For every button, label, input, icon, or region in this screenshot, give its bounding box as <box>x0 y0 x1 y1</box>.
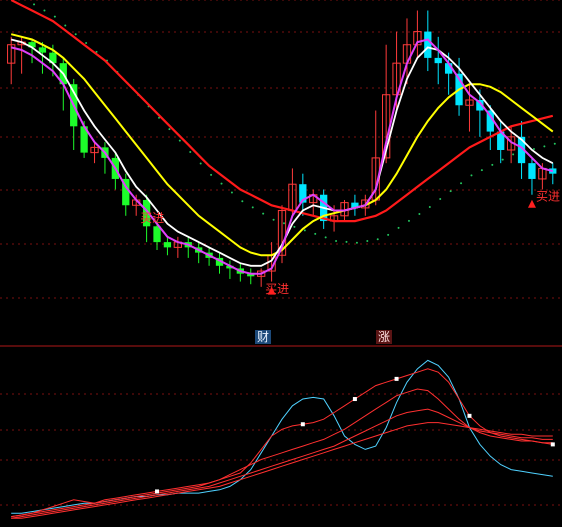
trend-dot <box>418 212 421 215</box>
indicator-marker <box>352 397 357 402</box>
trend-dot <box>283 222 285 225</box>
trend-dot <box>355 241 358 244</box>
candle-body <box>434 57 442 64</box>
trend-dot <box>293 225 296 228</box>
trend-dot <box>53 15 56 18</box>
trend-dot <box>210 173 213 176</box>
trend-dot <box>428 205 431 208</box>
trend-dot <box>532 148 535 151</box>
indicator-marker <box>155 489 160 494</box>
candle-body <box>424 31 432 58</box>
trend-dot <box>480 169 483 172</box>
trend-dot <box>407 219 410 222</box>
trend-dot <box>74 33 77 36</box>
tag-zhang: 涨 <box>376 330 393 344</box>
trend-dot <box>387 233 390 236</box>
trend-dot <box>470 174 473 177</box>
chart-stage: 买进 买进 买进 财 涨 <box>0 0 562 527</box>
ma-red-line <box>10 0 554 223</box>
trend-dot <box>85 42 88 45</box>
trend-dot <box>199 162 202 165</box>
buy-signal-label: 买进 <box>536 190 560 204</box>
indicator-cyan-line <box>11 359 553 514</box>
candle-body <box>528 163 536 179</box>
tag-cai: 财 <box>255 330 272 344</box>
trend-dot <box>303 229 306 232</box>
candle-body <box>153 226 161 243</box>
trend-dot <box>543 145 546 148</box>
candle-body <box>163 242 172 248</box>
candle-body <box>38 47 47 53</box>
trend-dot <box>33 3 36 6</box>
trend-dot <box>64 24 67 27</box>
trend-dot <box>220 182 223 185</box>
trend-dot <box>397 226 400 229</box>
trend-dot <box>178 139 181 142</box>
trend-dot <box>501 158 504 161</box>
trend-dot <box>439 198 442 201</box>
trend-dot <box>449 190 452 193</box>
trend-dot <box>230 191 233 194</box>
indicator-marker <box>467 413 472 418</box>
trend-dot <box>512 153 515 156</box>
buy-signal-label: 买进 <box>140 211 164 225</box>
indicator-red-line <box>11 368 553 518</box>
indicator-marker <box>300 422 305 427</box>
trend-dot <box>241 200 244 203</box>
trend-dot <box>491 163 494 166</box>
trend-dot <box>272 218 275 221</box>
trend-dot <box>335 239 338 242</box>
trend-dot <box>262 212 265 215</box>
stock-chart-svg: 买进买进买进 <box>0 0 562 519</box>
trend-dot <box>345 240 348 243</box>
trend-dot <box>376 238 379 241</box>
trend-dot <box>43 9 46 12</box>
indicator-marker <box>550 442 555 447</box>
indicator-red-line <box>11 408 553 519</box>
trend-dot <box>189 151 192 154</box>
trend-dot <box>314 232 317 235</box>
trend-dot <box>251 206 254 209</box>
trend-dot <box>168 128 171 131</box>
trend-dot <box>366 240 369 243</box>
trend-dot <box>460 182 463 185</box>
indicator-red-line <box>11 388 553 518</box>
trend-dot <box>324 236 327 239</box>
buy-triangle <box>527 199 536 208</box>
indicator-marker <box>394 376 399 381</box>
trend-dot <box>553 142 556 145</box>
